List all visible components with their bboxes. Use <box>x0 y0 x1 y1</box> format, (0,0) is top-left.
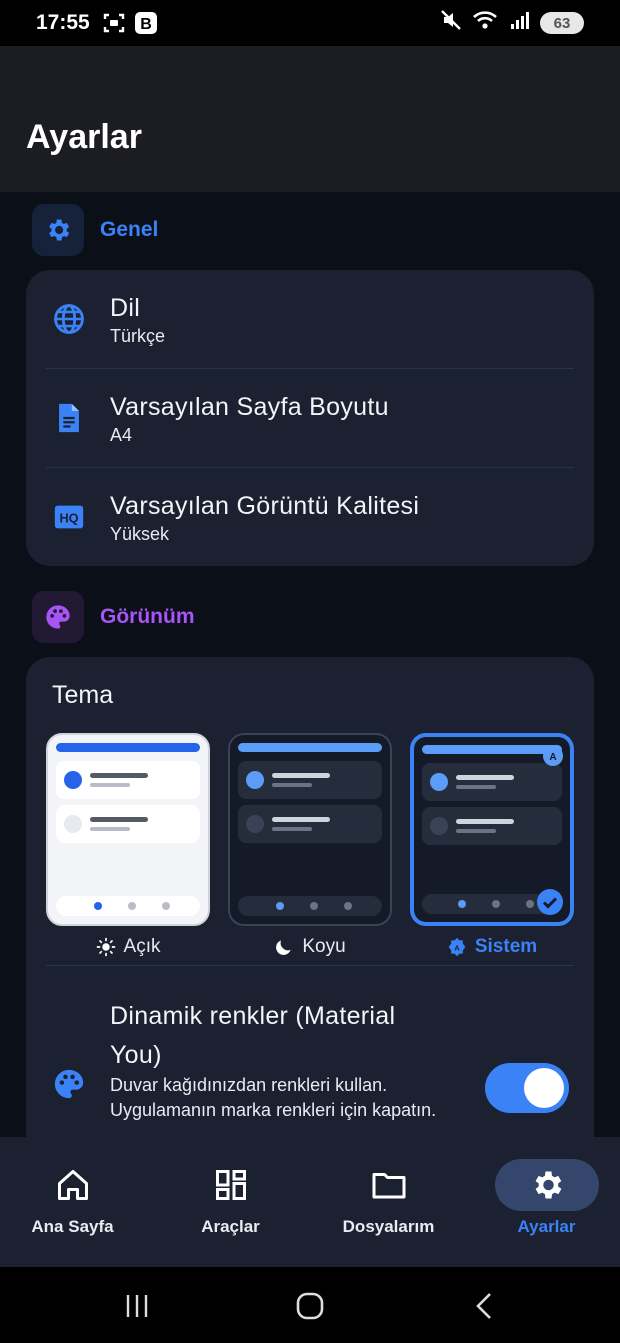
section-title-appearance: Görünüm <box>100 605 195 628</box>
nav-item-tools[interactable]: Araçlar <box>153 1137 308 1267</box>
setting-image-quality-value: Yüksek <box>110 524 170 544</box>
dynamic-colors-toggle[interactable] <box>485 1063 569 1113</box>
home-icon <box>57 1170 88 1200</box>
nav-label-settings: Ayarlar <box>517 1217 576 1236</box>
theme-preview-system: A <box>410 733 574 926</box>
general-settings-card: Dil Türkçe Varsayılan Sayfa Boyutu A4 HQ… <box>26 270 594 566</box>
app-header: Ayarlar <box>0 46 620 192</box>
dynamic-colors-description: Duvar kağıdınızdan renkleri kullan. Uygu… <box>110 1075 437 1120</box>
setting-page-size[interactable]: Varsayılan Sayfa Boyutu A4 <box>26 369 594 468</box>
folder-icon <box>372 1173 405 1199</box>
gear-icon <box>32 204 84 256</box>
tools-icon <box>215 1170 246 1200</box>
setting-image-quality[interactable]: HQ Varsayılan Görüntü Kalitesi Yüksek <box>26 468 594 567</box>
nav-label-home: Ana Sayfa <box>31 1217 114 1236</box>
gear-icon <box>535 1171 561 1199</box>
theme-label: Tema <box>52 681 114 709</box>
dynamic-colors-title: Dinamik renkler (Material You) <box>110 1002 396 1069</box>
divider <box>46 965 574 966</box>
mute-icon <box>440 9 462 37</box>
nav-item-files[interactable]: Dosyalarım <box>311 1137 466 1267</box>
home-button-icon[interactable] <box>295 1291 325 1321</box>
section-header-general: Genel <box>32 204 158 256</box>
theme-name-system-label: Sistem <box>474 936 538 957</box>
sun-icon <box>96 937 115 957</box>
palette-icon <box>32 591 84 643</box>
svg-text:A: A <box>454 943 460 952</box>
wifi-icon <box>472 9 500 37</box>
theme-option-system[interactable]: A A Sistem <box>410 733 574 958</box>
theme-name-light-label: Açık <box>123 936 161 957</box>
nav-item-settings[interactable]: Ayarlar <box>469 1137 620 1267</box>
b-app-icon: B <box>134 11 158 35</box>
section-header-appearance: Görünüm <box>32 591 195 643</box>
theme-name-dark-label: Koyu <box>302 936 346 957</box>
document-icon <box>59 403 79 433</box>
hq-icon: HQ <box>54 505 84 529</box>
toggle-knob <box>524 1068 564 1108</box>
system-navigation-bar <box>0 1267 620 1343</box>
setting-image-quality-title: Varsayılan Görüntü Kalitesi <box>110 492 420 520</box>
globe-icon <box>54 304 84 334</box>
nav-item-home[interactable]: Ana Sayfa <box>0 1137 150 1267</box>
setting-dynamic-colors[interactable]: Dinamik renkler (Material You) Duvar kağ… <box>26 977 594 1137</box>
svg-text:B: B <box>140 16 152 33</box>
screenshot-icon <box>102 12 126 34</box>
svg-text:HQ: HQ <box>59 511 78 526</box>
page-title: Ayarlar <box>26 118 142 156</box>
svg-text:A: A <box>549 752 556 763</box>
setting-language-title: Dil <box>110 294 141 322</box>
nav-label-files: Dosyalarım <box>342 1217 435 1236</box>
section-title-general: Genel <box>100 218 159 241</box>
status-time: 17:55 <box>36 11 90 34</box>
theme-name-system: A Sistem <box>410 936 574 958</box>
setting-page-size-value: A4 <box>110 425 133 445</box>
check-circle-icon <box>537 889 563 915</box>
theme-preview-light <box>46 733 210 926</box>
setting-language[interactable]: Dil Türkçe <box>26 270 594 369</box>
theme-name-light: Açık <box>46 936 210 958</box>
battery-indicator: 63 <box>540 12 584 34</box>
setting-language-value: Türkçe <box>110 326 166 346</box>
palette-icon <box>54 1069 84 1099</box>
nav-label-tools: Araçlar <box>201 1217 260 1236</box>
status-bar: 17:55 B 63 <box>0 0 620 46</box>
appearance-settings-card: Tema Açık Koyu A A Sistem Dinamik renkle… <box>26 657 594 1137</box>
back-icon[interactable] <box>470 1291 500 1321</box>
settings-list[interactable]: Genel Dil Türkçe Varsayılan Sayfa Boyutu… <box>0 192 620 1137</box>
signal-icon <box>510 10 530 36</box>
auto-icon: A <box>448 937 466 957</box>
setting-page-size-title: Varsayılan Sayfa Boyutu <box>110 393 389 421</box>
moon-icon <box>276 940 292 955</box>
recent-apps-icon[interactable] <box>122 1291 152 1321</box>
theme-preview-dark <box>228 733 392 926</box>
theme-option-light[interactable]: Açık <box>46 733 210 958</box>
theme-option-dark[interactable]: Koyu <box>228 733 392 958</box>
auto-mode-badge-icon: A <box>543 746 563 766</box>
theme-name-dark: Koyu <box>228 936 392 958</box>
bottom-navigation: Ana Sayfa Araçlar Dosyalarım Ayarlar <box>0 1137 620 1267</box>
